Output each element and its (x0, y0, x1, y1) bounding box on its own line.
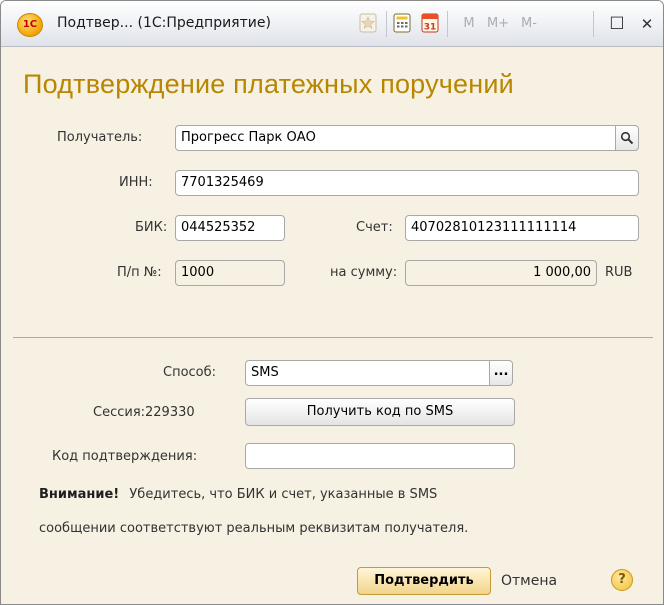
calendar-icon[interactable]: 31 (421, 13, 439, 33)
calculator-icon[interactable] (393, 13, 411, 33)
session-label: Сессия:229330 (93, 405, 195, 420)
maximize-button[interactable]: ☐ (607, 13, 627, 35)
recipient-field[interactable]: Прогресс Парк ОАО (175, 125, 617, 151)
bik-label: БИК: (135, 220, 168, 235)
warning-text-1: Убедитесь, что БИК и счет, указанные в S… (129, 487, 438, 502)
currency-label: RUB (605, 265, 633, 280)
memory-minus-button[interactable]: M- (516, 13, 542, 35)
window-title: Подтвер... (1С:Предприятие) (57, 15, 271, 31)
toolbar-separator (447, 11, 448, 37)
confirmation-code-input[interactable] (245, 443, 515, 469)
warning-text-2: сообщении соответствуют реальным реквизи… (39, 521, 469, 536)
inn-label: ИНН: (119, 175, 153, 190)
form-body: Подтверждение платежных поручений Получа… (1, 47, 663, 604)
favorite-icon[interactable] (359, 13, 377, 33)
amount-label: на сумму: (330, 265, 398, 280)
recipient-label: Получатель: (57, 130, 143, 145)
toolbar-separator (386, 11, 387, 37)
help-icon[interactable]: ? (611, 569, 633, 591)
account-field[interactable]: 40702810123111111114 (405, 215, 639, 241)
code-label: Код подтверждения: (52, 449, 198, 464)
cancel-button[interactable]: Отмена (501, 573, 557, 589)
method-select-button[interactable]: ... (489, 360, 513, 386)
pp-number-label: П/п №: (117, 265, 162, 280)
recipient-search-button[interactable] (615, 125, 639, 151)
memory-button[interactable]: M (461, 13, 477, 35)
warning-line-1: Внимание! Убедитесь, что БИК и счет, ука… (39, 487, 437, 502)
bik-field[interactable]: 044525352 (175, 215, 285, 241)
section-divider (13, 337, 653, 338)
close-button[interactable]: ✕ (637, 13, 657, 35)
calendar-number: 31 (424, 23, 437, 33)
pp-number-field: 1000 (175, 260, 285, 286)
form-heading: Подтверждение платежных поручений (23, 69, 514, 99)
memory-plus-button[interactable]: M+ (485, 13, 511, 35)
warning-title: Внимание! (39, 487, 120, 502)
method-field[interactable]: SMS (245, 360, 491, 386)
search-icon (620, 131, 634, 145)
confirm-button[interactable]: Подтвердить (357, 567, 491, 595)
get-sms-code-button[interactable]: Получить код по SMS (245, 398, 515, 426)
account-label: Счет: (356, 220, 393, 235)
toolbar-separator (593, 11, 594, 37)
inn-field[interactable]: 7701325469 (175, 170, 639, 196)
app-logo-icon: 1С (17, 13, 43, 37)
method-label: Способ: (163, 365, 217, 380)
amount-field: 1 000,00 (405, 260, 597, 286)
dialog-window: 1С Подтвер... (1С:Предприятие) 31 M M+ M… (0, 0, 664, 605)
title-bar: 1С Подтвер... (1С:Предприятие) 31 M M+ M… (1, 1, 663, 47)
